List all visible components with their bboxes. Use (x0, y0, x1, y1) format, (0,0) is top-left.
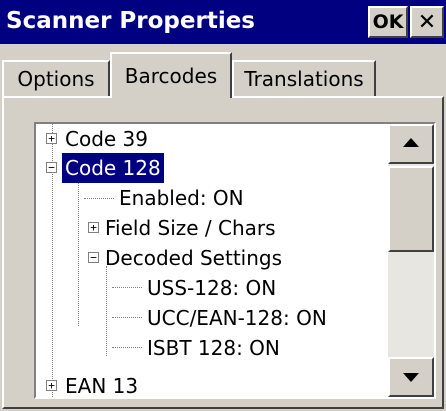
tab-barcodes[interactable]: Barcodes (110, 52, 232, 98)
tree-connector (112, 317, 142, 318)
vertical-scrollbar[interactable] (388, 124, 434, 397)
scroll-down-button[interactable] (388, 357, 434, 397)
tree-item-field-size[interactable]: Field Size / Chars (102, 213, 279, 243)
tree-item-code-39[interactable]: Code 39 (62, 124, 151, 154)
expand-plus-icon[interactable]: + (46, 133, 57, 144)
scroll-thumb[interactable] (388, 166, 434, 252)
ok-button[interactable]: OK (368, 6, 408, 38)
close-icon: ✕ (417, 9, 437, 35)
tree-connector (78, 176, 79, 326)
tree-item-uss-128[interactable]: USS-128: ON (144, 273, 279, 303)
tree-connector (84, 198, 114, 199)
close-button[interactable]: ✕ (410, 6, 444, 38)
tree-item-ucc-ean-128[interactable]: UCC/EAN-128: ON (144, 303, 330, 333)
window-title: Scanner Properties (6, 8, 255, 34)
tab-options[interactable]: Options (2, 60, 110, 96)
expand-plus-icon[interactable]: + (46, 380, 57, 391)
arrow-down-icon (403, 373, 419, 382)
tree-item-code-128[interactable]: Code 128 (62, 153, 164, 183)
tree-connector (106, 266, 107, 356)
tree-item-decoded-settings[interactable]: Decoded Settings (102, 243, 285, 273)
tab-translations[interactable]: Translations (232, 60, 376, 96)
tree-item-isbt-128[interactable]: ISBT 128: ON (144, 333, 283, 363)
collapse-minus-icon[interactable]: − (46, 162, 57, 173)
tree-item-enabled[interactable]: Enabled: ON (116, 183, 247, 213)
title-bar: Scanner Properties OK ✕ (0, 0, 446, 44)
tree-connector (112, 347, 142, 348)
tree-connector (112, 287, 142, 288)
scroll-up-button[interactable] (388, 124, 434, 164)
collapse-minus-icon[interactable]: − (88, 252, 99, 263)
tree-item-ean-13[interactable]: EAN 13 (62, 371, 141, 397)
expand-plus-icon[interactable]: + (88, 222, 99, 233)
barcode-tree-view[interactable]: + Code 39 − Code 128 Enabled: ON + Field… (34, 122, 436, 399)
arrow-up-icon (403, 138, 419, 147)
